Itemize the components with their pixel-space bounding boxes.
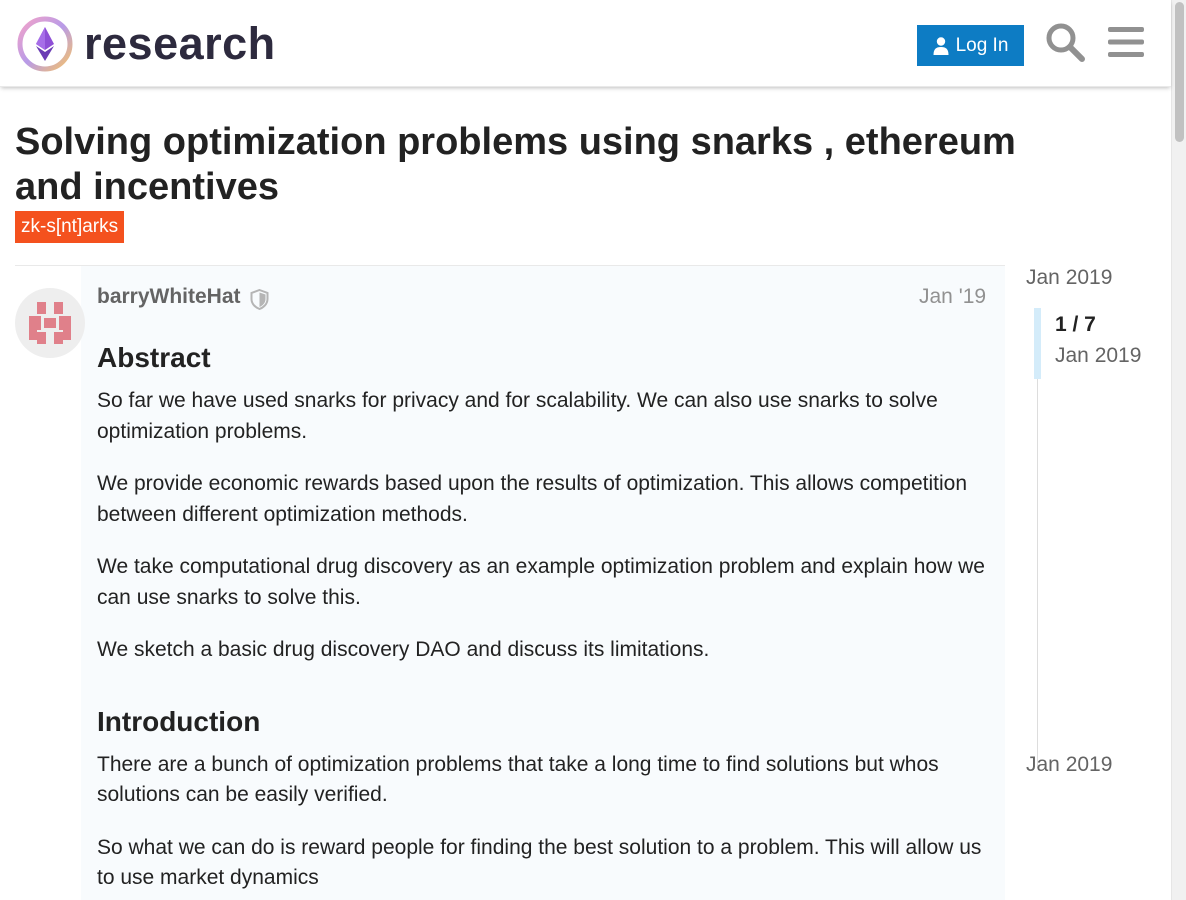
post-content: Abstract So far we have used snarks for … [97,338,992,900]
abstract-heading: Abstract [97,342,211,373]
abstract-paragraph: So far we have used snarks for privacy a… [97,389,938,443]
ethereum-research-logo-icon [17,16,73,72]
site-logo[interactable]: research [16,15,296,73]
search-icon[interactable] [1044,21,1086,63]
login-button-label: Log In [955,34,1009,56]
post-date[interactable]: Jan '19 [919,285,986,309]
timeline-end-date[interactable]: Jan 2019 [1026,753,1112,777]
page-scrollbar[interactable] [1171,0,1186,900]
timeline-current-date: Jan 2019 [1055,344,1142,367]
introduction-heading: Introduction [97,705,261,737]
timeline-start-date[interactable]: Jan 2019 [1026,266,1112,290]
user-icon [933,36,949,55]
abstract-paragraph: We provide economic rewards based upon t… [97,472,967,526]
shield-icon [250,289,269,310]
post-author-name[interactable]: barryWhiteHat [97,285,241,309]
login-button[interactable]: Log In [917,25,1024,66]
scrollbar-thumb[interactable] [1175,2,1184,142]
abstract-paragraph: We sketch a basic drug discovery DAO and… [97,638,710,661]
introduction-paragraph: So what we can do is reward people for f… [97,835,982,890]
menu-icon[interactable] [1105,21,1147,63]
topic-title[interactable]: Solving optimization problems using snar… [15,120,1075,210]
abstract-paragraph: We take computational drug discovery as … [97,555,985,609]
site-logo-text: research [84,18,276,69]
introduction-paragraph: There are a bunch of optimization proble… [97,752,939,807]
site-header: research Log In [0,0,1171,87]
timeline-position: 1 / 7 [1055,313,1096,336]
user-avatar[interactable] [15,288,85,358]
tag-zk-snarks[interactable]: zk-s[nt]arks [15,211,125,243]
timeline-handle[interactable] [1034,308,1041,379]
